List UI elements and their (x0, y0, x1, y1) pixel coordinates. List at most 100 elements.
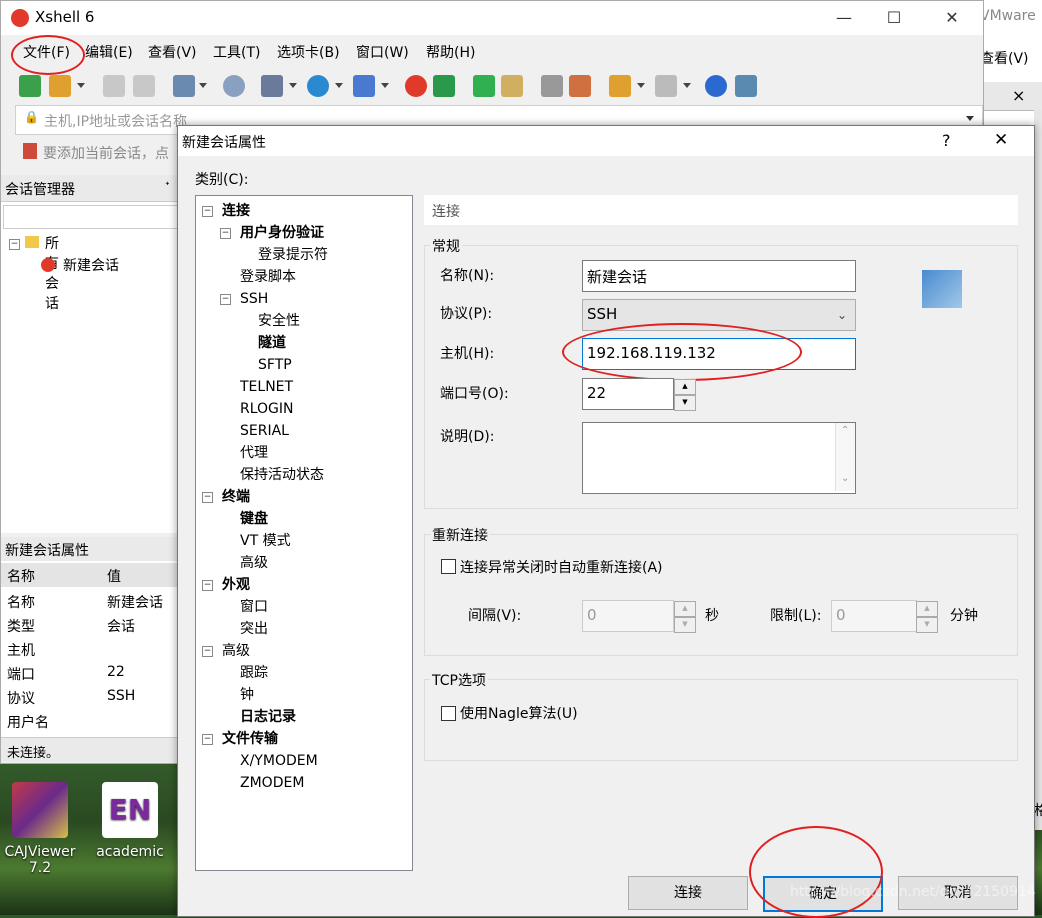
collapse-icon[interactable]: − (202, 492, 213, 503)
tcp-legend: TCP选项 (430, 670, 488, 690)
collapse-icon[interactable]: − (9, 239, 20, 250)
open-folder-icon[interactable] (49, 75, 71, 97)
vmware-scrollbar[interactable] (1034, 110, 1042, 830)
fullscreen-icon[interactable] (473, 75, 495, 97)
nagle-checkbox[interactable] (441, 706, 456, 721)
description-scrollbar[interactable]: ⌃ ⌄ (835, 423, 855, 491)
close-icon[interactable]: ✕ (929, 1, 975, 35)
xftp-icon[interactable] (433, 75, 455, 97)
limit-stepper[interactable]: 0 (831, 600, 917, 632)
category-item-label: 终端 (222, 489, 250, 505)
collapse-icon[interactable]: − (202, 580, 213, 591)
disconnect-icon[interactable] (133, 75, 155, 97)
interval-label: 间隔(V): (468, 608, 522, 624)
menu-tabs[interactable]: 选项卡(B) (277, 42, 340, 62)
chevron-down-icon[interactable] (289, 83, 297, 88)
chevron-down-icon[interactable] (77, 83, 85, 88)
category-label: 类别(C): (195, 172, 249, 188)
connect-button[interactable]: 连接 (628, 876, 748, 910)
category-item-label: 登录提示符 (258, 247, 328, 263)
tile-icon[interactable] (655, 75, 677, 97)
keyboard-icon[interactable] (541, 75, 563, 97)
props-row: 用户名 (1, 709, 179, 733)
limit-down-icon[interactable]: ▼ (916, 617, 938, 633)
highlight-icon[interactable] (569, 75, 591, 97)
font-icon[interactable] (353, 75, 375, 97)
menu-tools[interactable]: 工具(T) (213, 42, 260, 62)
limit-unit: 分钟 (950, 608, 978, 624)
desktop-icon-academic[interactable]: EN academic (90, 782, 170, 860)
chevron-down-icon: ⌄ (837, 308, 848, 322)
port-stepper[interactable]: 22 (582, 378, 674, 410)
prop-name: 协议 (7, 691, 35, 707)
category-item-label: VT 模式 (240, 533, 291, 549)
port-label: 端口号(O): (440, 386, 509, 402)
connect-icon[interactable] (103, 75, 125, 97)
name-field[interactable]: 新建会话 (582, 260, 856, 292)
chat-icon[interactable] (735, 75, 757, 97)
properties-icon[interactable] (173, 75, 195, 97)
category-item-label: 钟 (240, 687, 254, 703)
chevron-down-icon[interactable] (637, 83, 645, 88)
dialog-close-button[interactable]: ✕ (994, 130, 1008, 150)
category-item-label: X/YMODEM (240, 753, 318, 769)
folder-icon (25, 236, 39, 248)
desktop-icon-cajviewer[interactable]: CAJViewer 7.2 (0, 782, 80, 876)
chevron-down-icon[interactable] (683, 83, 691, 88)
category-item-label: 日志记录 (240, 709, 296, 725)
search-icon[interactable] (223, 75, 245, 97)
help-icon[interactable] (705, 75, 727, 97)
help-button[interactable]: ? (942, 131, 951, 150)
collapse-icon[interactable]: − (220, 294, 231, 305)
dialog-title: 新建会话属性 (182, 135, 266, 151)
collapse-icon[interactable]: − (202, 206, 213, 217)
layout-icon[interactable] (261, 75, 283, 97)
new-tab-icon[interactable] (609, 75, 631, 97)
chevron-down-icon[interactable] (335, 83, 343, 88)
chevron-down-icon[interactable] (381, 83, 389, 88)
pin-icon[interactable]: ᐩ (165, 179, 170, 193)
menu-window[interactable]: 窗口(W) (356, 42, 409, 62)
menu-edit[interactable]: 编辑(E) (85, 42, 133, 62)
session-manager-panel: 会话管理器 ᐩ − 所有会话 新建会话 (1, 175, 180, 533)
chevron-down-icon[interactable] (966, 116, 974, 121)
maximize-icon[interactable]: ☐ (871, 1, 917, 35)
reconnect-group (424, 534, 1018, 656)
interval-stepper[interactable]: 0 (582, 600, 674, 632)
interval-down-icon[interactable]: ▼ (674, 617, 696, 633)
category-item-label: RLOGIN (240, 401, 294, 417)
menu-view[interactable]: 查看(V) (148, 42, 197, 62)
new-session-icon[interactable] (19, 75, 41, 97)
vmware-menu-view[interactable]: 查看(V) (980, 48, 1029, 68)
collapse-icon[interactable]: − (220, 228, 231, 239)
lock-icon[interactable] (501, 75, 523, 97)
collapse-icon[interactable]: − (202, 734, 213, 745)
minimize-icon[interactable]: — (821, 1, 867, 35)
chevron-down-icon[interactable] (199, 83, 207, 88)
chevron-down-icon[interactable]: ⌄ (841, 473, 849, 484)
globe-icon[interactable] (307, 75, 329, 97)
auto-reconnect-checkbox[interactable] (441, 559, 456, 574)
category-item-label: TELNET (240, 379, 294, 395)
limit-up-icon[interactable]: ▲ (916, 601, 938, 617)
category-item-label: 保持活动状态 (240, 467, 324, 483)
session-filter-input[interactable] (3, 205, 179, 229)
interval-up-icon[interactable]: ▲ (674, 601, 696, 617)
menu-help[interactable]: 帮助(H) (426, 42, 475, 62)
props-row: 协议 SSH (1, 685, 179, 709)
category-tree[interactable]: − 连接 − 用户身份验证 登录提示符 登录脚本 − SSH 安全性 隧道 SFTP TELNET RL… (195, 195, 413, 871)
port-down-icon[interactable]: ▼ (674, 395, 696, 411)
vmware-close-icon[interactable]: × (1012, 86, 1025, 105)
category-item-label: 登录脚本 (240, 269, 296, 285)
props-col-value: 值 (107, 569, 121, 585)
port-up-icon[interactable]: ▲ (674, 379, 696, 395)
category-item-label: 安全性 (258, 313, 300, 329)
chevron-up-icon[interactable]: ⌃ (841, 425, 849, 436)
tree-root-label: 所有会话 (45, 236, 59, 312)
xshell-icon[interactable] (405, 75, 427, 97)
prop-name: 主机 (7, 643, 35, 659)
host-label: 主机(H): (440, 346, 495, 362)
category-item-label: 突出 (240, 621, 268, 637)
description-textarea[interactable]: ⌃ ⌄ (582, 422, 856, 494)
collapse-icon[interactable]: − (202, 646, 213, 657)
